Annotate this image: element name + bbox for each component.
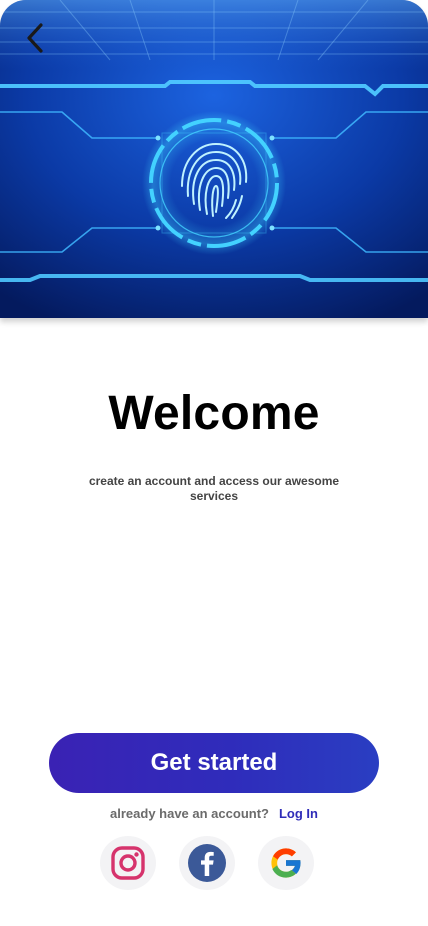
instagram-icon	[111, 846, 145, 880]
page-title: Welcome	[108, 387, 320, 440]
google-button[interactable]	[258, 836, 314, 890]
subtitle: create an account and access our awesome…	[88, 474, 340, 503]
hero-image	[0, 0, 428, 318]
google-icon	[271, 848, 302, 878]
get-started-button[interactable]: Get started	[49, 733, 379, 793]
back-button[interactable]	[20, 20, 50, 56]
login-prompt: already have an account?	[110, 806, 269, 821]
instagram-button[interactable]	[100, 836, 156, 890]
login-row: already have an account? Log In	[0, 806, 428, 821]
facebook-icon	[188, 844, 226, 882]
login-link[interactable]: Log In	[279, 806, 318, 821]
chevron-left-icon	[27, 23, 43, 53]
fingerprint-illustration	[0, 0, 428, 318]
facebook-button[interactable]	[179, 836, 235, 890]
